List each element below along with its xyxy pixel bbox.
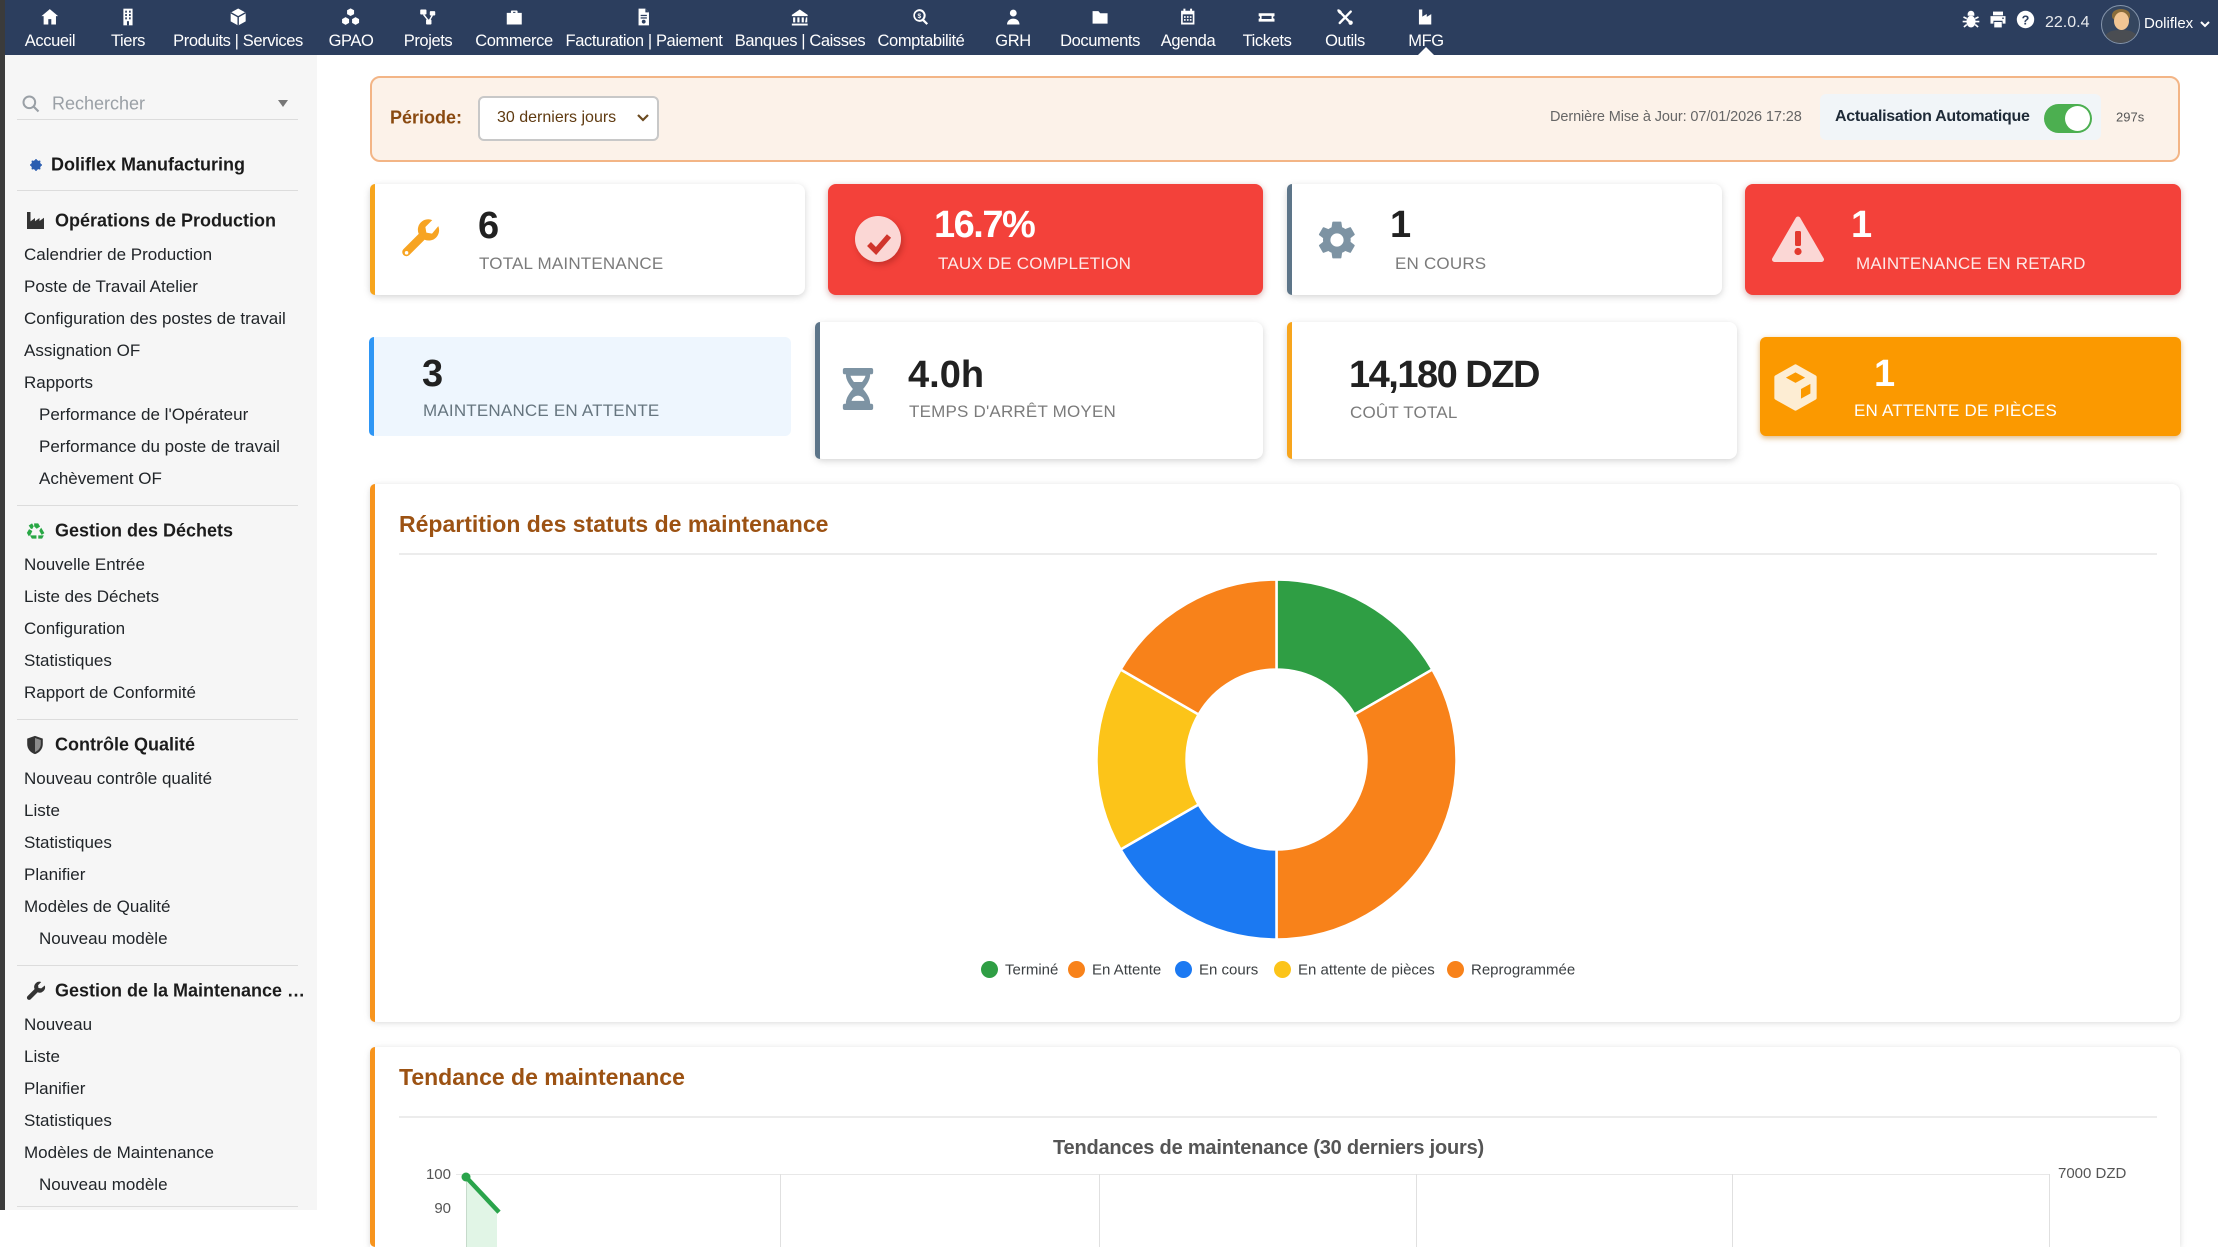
svg-text:?: ? bbox=[2022, 13, 2030, 27]
svg-text:$: $ bbox=[918, 13, 922, 20]
